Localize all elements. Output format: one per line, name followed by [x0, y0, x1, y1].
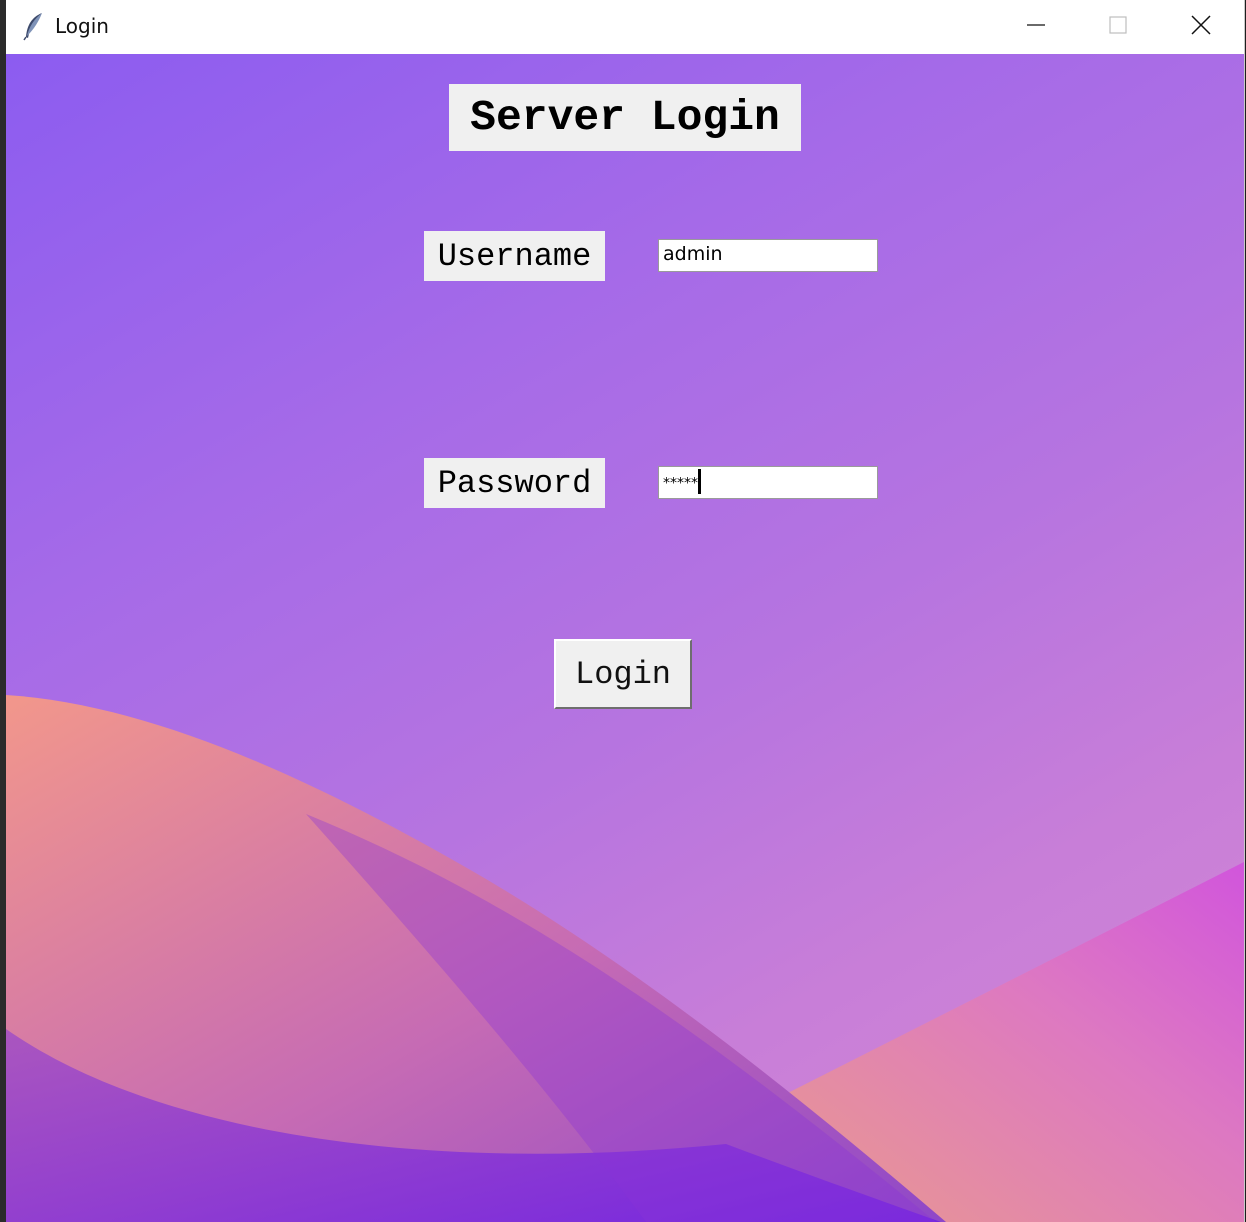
username-value: admin: [663, 243, 723, 265]
username-field[interactable]: admin: [658, 239, 878, 272]
minimize-icon: [1026, 15, 1046, 39]
maximize-icon: [1108, 15, 1128, 39]
page-title: Server Login: [449, 84, 801, 151]
minimize-button[interactable]: [996, 0, 1076, 54]
maximize-button[interactable]: [1078, 0, 1158, 54]
feather-icon: [22, 11, 46, 41]
window-title: Login: [55, 14, 109, 38]
password-label: Password: [424, 458, 605, 508]
login-window: Login Server Login Username admin Passwo…: [6, 0, 1245, 1222]
close-icon: [1190, 14, 1212, 40]
password-field[interactable]: *****: [658, 466, 878, 499]
username-label: Username: [424, 231, 605, 281]
title-bar[interactable]: Login: [6, 0, 1244, 54]
password-mask: *****: [663, 475, 698, 492]
close-button[interactable]: [1161, 0, 1241, 54]
text-cursor: [698, 469, 701, 494]
login-button[interactable]: Login: [554, 639, 692, 709]
background-waves: [6, 695, 1244, 1222]
login-form-area: Server Login Username admin Password ***…: [6, 54, 1244, 1222]
